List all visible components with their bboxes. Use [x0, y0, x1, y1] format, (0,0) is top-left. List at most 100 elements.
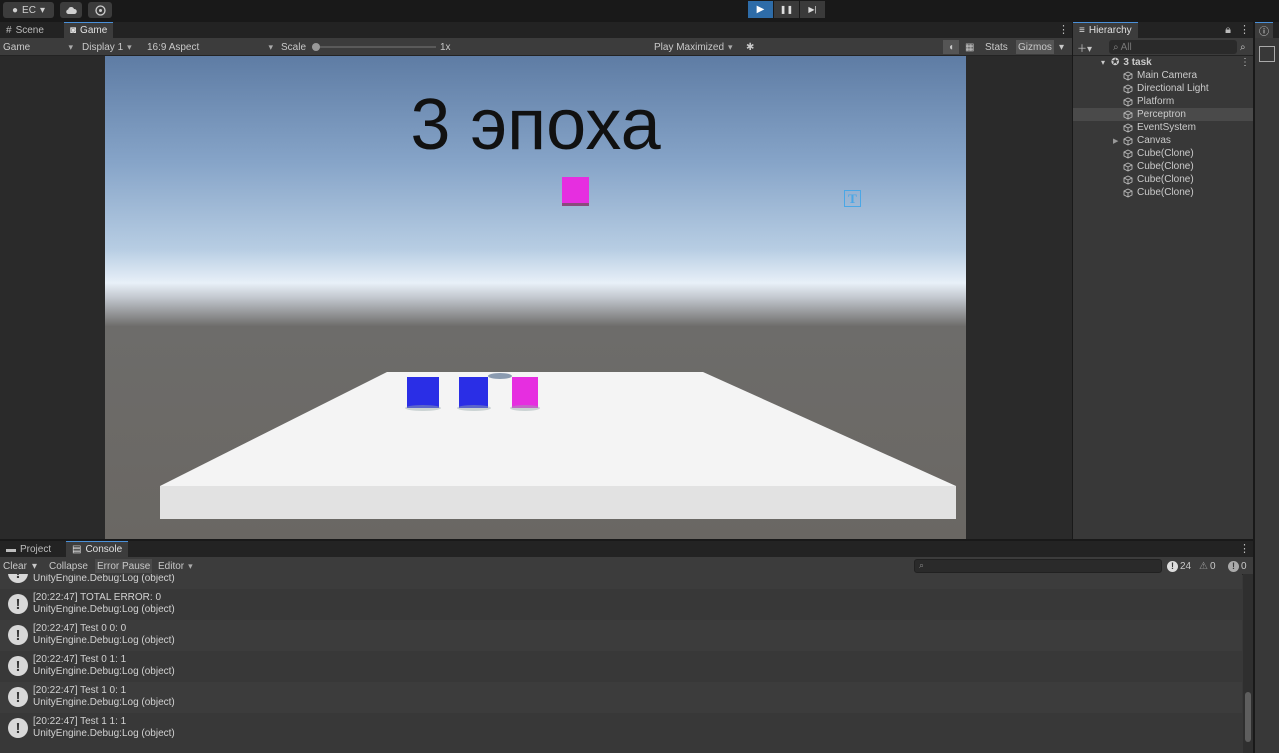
hierarchy-panel: ≡ Hierarchy 🔒︎ ⋮ ＋▾ ⌕ All ⌕ ▾ ✪ 3 task ⋮… — [1073, 22, 1253, 539]
play-button[interactable]: ▶ — [748, 1, 773, 18]
tab-inspector[interactable]: ⓘ — [1255, 22, 1273, 38]
cloud-icon — [66, 6, 77, 14]
display-dropdown[interactable]: Display 1 — [82, 40, 132, 54]
hierarchy-item-label: Cube(Clone) — [1137, 174, 1194, 185]
expand-arrow-icon[interactable]: ▶ — [1113, 137, 1123, 145]
info-count: 24 — [1180, 560, 1192, 572]
console-log-list[interactable]: ! UnityEngine.Debug:Log (object) ! [20:22… — [0, 574, 1242, 753]
log-row-partial[interactable]: ! UnityEngine.Debug:Log (object) — [0, 574, 1242, 589]
hierarchy-item[interactable]: Main Camera — [1073, 69, 1253, 82]
tab-scene[interactable]: # Scene — [0, 22, 50, 38]
pause-button[interactable]: ❚❚ — [774, 1, 799, 18]
tab-project[interactable]: ▬ Project — [0, 541, 57, 557]
log-row[interactable]: ! [20:22:47] Test 1 1: 1 UnityEngine.Debug… — [0, 713, 1242, 744]
platform-top — [160, 372, 956, 486]
account-dropdown[interactable]: ● EC ▾ — [3, 2, 54, 18]
game-view-toolbar: Game Display 1 16:9 Aspect Scale 1x Play… — [0, 38, 1072, 56]
hierarchy-item-label: Cube(Clone) — [1137, 161, 1194, 172]
keyboard-icon[interactable]: ▦ — [965, 40, 974, 54]
collapse-button[interactable]: Collapse — [49, 559, 88, 573]
epoch-title: 3 эпоха — [410, 85, 661, 165]
list-icon: ≡ — [1079, 25, 1085, 36]
hierarchy-item[interactable]: Directional Light — [1073, 82, 1253, 95]
editor-dropdown[interactable]: Editor — [158, 559, 193, 573]
mute-audio-icon[interactable]: ◖ — [943, 40, 959, 54]
console-panel: ▬ Project ▤ Console ⋮ Clear ▾ Collapse E… — [0, 541, 1253, 753]
log-stack: UnityEngine.Debug:Log (object) — [33, 604, 175, 615]
log-row[interactable]: ! [20:22:47] Test 0 0: 0 UnityEngine.Debug… — [0, 620, 1242, 651]
hierarchy-item[interactable]: Cube(Clone) — [1073, 160, 1253, 173]
error-count-toggle[interactable]: ! 0 — [1228, 559, 1247, 573]
clear-chevron-down-icon[interactable]: ▾ — [32, 559, 37, 573]
tab-game[interactable]: ◙ Game — [64, 22, 114, 38]
log-row[interactable]: ! [20:22:47] TOTAL ERROR: 0 UnityEngine.De… — [0, 589, 1242, 620]
scene-menu-icon[interactable]: ⋮ — [1240, 57, 1250, 68]
scene-root[interactable]: ▾ ✪ 3 task ⋮ — [1073, 56, 1253, 69]
hierarchy-item[interactable]: Platform — [1073, 95, 1253, 108]
error-pause-button[interactable]: Error Pause — [95, 559, 153, 573]
hierarchy-item-label: EventSystem — [1137, 122, 1196, 133]
play-mode-dropdown[interactable]: Play Maximized — [654, 40, 733, 54]
hierarchy-tabbar: ≡ Hierarchy 🔒︎ ⋮ — [1073, 22, 1253, 38]
game-menu-icon[interactable]: ⋮ — [1058, 24, 1069, 36]
gizmos-button[interactable]: Gizmos — [1016, 40, 1054, 54]
hierarchy-search-input[interactable]: ⌕ All — [1109, 40, 1237, 54]
info-log-icon: ! — [8, 687, 28, 707]
hierarchy-item[interactable]: EventSystem — [1073, 121, 1253, 134]
hierarchy-item[interactable]: Cube(Clone) — [1073, 173, 1253, 186]
hierarchy-item[interactable]: Perceptron — [1073, 108, 1253, 121]
console-menu-icon[interactable]: ⋮ — [1239, 543, 1250, 555]
info-log-icon: ! — [8, 594, 28, 614]
hierarchy-item[interactable]: ▶ Canvas — [1073, 134, 1253, 147]
scale-slider[interactable] — [312, 40, 436, 54]
text-gizmo-icon: T — [844, 190, 861, 207]
collab-button[interactable] — [88, 2, 112, 18]
console-search-input[interactable]: ⌕ — [914, 559, 1162, 573]
tab-scene-label: Scene — [15, 24, 44, 36]
lock-icon[interactable]: 🔒︎ — [1224, 24, 1232, 36]
hierarchy-item[interactable]: Cube(Clone) — [1073, 147, 1253, 160]
console-scrollbar[interactable] — [1243, 574, 1253, 753]
platform-front — [160, 486, 956, 519]
gizmos-chevron-down-icon[interactable]: ▾ — [1059, 40, 1064, 54]
hierarchy-menu-icon[interactable]: ⋮ — [1239, 24, 1250, 36]
hierarchy-item-label: Directional Light — [1137, 83, 1209, 94]
view-mode-label: Game — [3, 41, 31, 53]
search-filter-icon[interactable]: ⌕ — [1240, 40, 1246, 54]
log-row[interactable]: ! [20:22:47] Test 1 0: 1 UnityEngine.Debug… — [0, 682, 1242, 713]
warning-count: 0 — [1209, 560, 1216, 572]
info-icon: ⓘ — [1259, 27, 1269, 38]
add-object-button[interactable]: ＋▾ — [1077, 40, 1092, 55]
log-row[interactable]: ! [20:22:47] Test 0 1: 1 UnityEngine.Debug… — [0, 651, 1242, 682]
step-button[interactable]: ▶| — [800, 1, 825, 18]
cube-shadow-2 — [457, 405, 491, 411]
console-scroll-thumb[interactable] — [1245, 692, 1251, 742]
hierarchy-item-label: Cube(Clone) — [1137, 148, 1194, 159]
tab-console[interactable]: ▤ Console — [66, 541, 129, 557]
bug-icon[interactable]: ✱ — [746, 40, 754, 54]
hierarchy-item-label: Perceptron — [1137, 109, 1186, 120]
aspect-dropdown[interactable]: 16:9 Aspect — [147, 40, 273, 54]
gameobject-icon — [1123, 174, 1133, 185]
game-viewport[interactable]: 3 эпоха T — [105, 56, 966, 539]
hierarchy-item[interactable]: Cube(Clone) — [1073, 186, 1253, 199]
sensor-disk — [488, 373, 512, 379]
log-message: [20:22:47] Test 0 1: 1 — [33, 654, 127, 665]
info-log-icon: ! — [8, 574, 28, 583]
grid-icon: # — [6, 24, 12, 36]
cube-shadow-1 — [405, 405, 441, 411]
gameobject-icon — [1123, 96, 1133, 107]
stats-button[interactable]: Stats — [985, 40, 1008, 54]
scene-name: 3 task — [1123, 57, 1152, 68]
info-count-toggle[interactable]: ! 24 — [1167, 559, 1191, 573]
hierarchy-toolbar: ＋▾ ⌕ All ⌕ — [1073, 38, 1253, 56]
tab-hierarchy[interactable]: ≡ Hierarchy — [1073, 22, 1138, 38]
scale-slider-thumb[interactable] — [312, 43, 320, 51]
game-panel: # Scene ◙ Game ⋮ Game Display 1 16:9 Asp… — [0, 22, 1072, 539]
view-mode-dropdown[interactable]: Game — [3, 40, 73, 54]
cloud-button[interactable] — [60, 2, 82, 18]
warning-count-toggle[interactable]: ⚠ 0 — [1199, 559, 1216, 573]
pause-icon: ❚❚ — [779, 5, 794, 14]
gameobject-icon — [1123, 187, 1133, 198]
clear-button[interactable]: Clear — [3, 559, 27, 573]
